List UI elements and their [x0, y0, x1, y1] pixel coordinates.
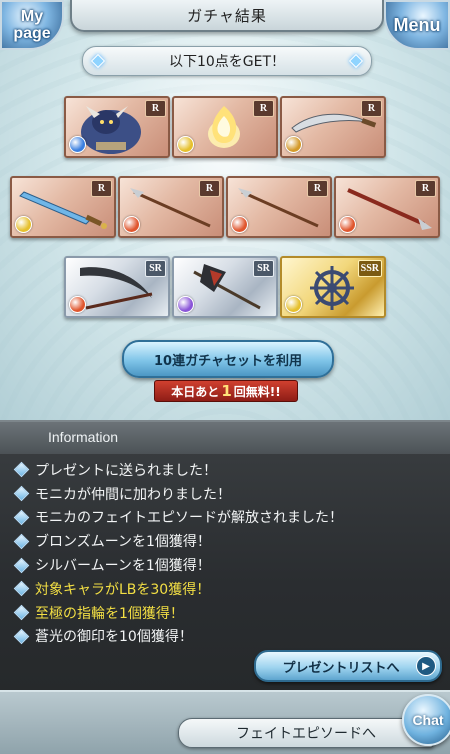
fire-element-icon [123, 216, 140, 233]
item-card-1[interactable]: R [64, 96, 170, 158]
diamond-bullet-icon [13, 509, 30, 526]
free-draw-badge: 本日あと 1 回無料!! [154, 380, 298, 402]
item-card-9[interactable]: SR [172, 256, 278, 318]
arrow-right-icon: ▶ [416, 656, 436, 676]
diamond-bullet-icon [13, 557, 30, 573]
mypage-button[interactable]: My page [0, 0, 64, 50]
rarity-badge: SR [145, 260, 166, 277]
item-card-4[interactable]: R [10, 176, 116, 238]
fate-episode-button[interactable]: フェイトエピソードへ [178, 718, 434, 748]
list-item: ブロンズムーンを1個獲得！ [13, 529, 343, 553]
page-title-bar: ガチャ結果 [70, 0, 384, 32]
item-card-2[interactable]: R [172, 96, 278, 158]
rarity-badge: R [361, 100, 382, 117]
rarity-badge: R [253, 100, 274, 117]
fate-episode-label: フェイトエピソードへ [236, 726, 376, 742]
fire-element-icon [69, 296, 86, 313]
gacha-result-area: ガチャ結果 My page Menu 以下10点をGET！ R R R R R … [0, 0, 450, 420]
chat-button[interactable]: Chat [402, 694, 450, 746]
fire-element-icon [231, 216, 248, 233]
item-card-3[interactable]: R [280, 96, 386, 158]
list-item: 対象キャラがLBを30獲得！ [13, 577, 343, 601]
gem-icon [348, 53, 364, 69]
fire-element-icon [339, 216, 356, 233]
free-prefix: 本日あと [171, 384, 220, 399]
ten-draw-set-label: 10連ガチャセットを利用 [154, 353, 302, 369]
item-card-7[interactable]: R [334, 176, 440, 238]
rarity-badge: R [91, 180, 112, 197]
diamond-bullet-icon [13, 485, 30, 502]
chat-label: Chat [412, 712, 444, 728]
rarity-badge: SR [253, 260, 274, 277]
diamond-bullet-icon [13, 581, 30, 597]
rarity-badge: R [145, 100, 166, 117]
ten-draw-set-button[interactable]: 10連ガチャセットを利用 [122, 340, 334, 378]
information-list: プレゼントに送られました！ モニカが仲間に加わりました！ モニカのフェイトエピソ… [13, 458, 343, 649]
page-title: ガチャ結果 [187, 6, 267, 25]
gem-icon [90, 53, 106, 69]
diamond-bullet-icon [13, 533, 30, 550]
light-element-icon [177, 136, 194, 153]
diamond-bullet-icon [13, 604, 30, 621]
present-list-button[interactable]: プレゼントリストへ ▶ [254, 650, 442, 682]
item-card-8[interactable]: SR [64, 256, 170, 318]
rarity-badge: R [307, 180, 328, 197]
item-card-10[interactable]: SSR [280, 256, 386, 318]
list-item: 至極の指輪を1個獲得！ [13, 601, 343, 625]
rarity-badge: R [415, 180, 436, 197]
water-element-icon [69, 136, 86, 153]
dark-element-icon [177, 296, 194, 313]
menu-label: Menu [393, 14, 441, 35]
list-item: モニカのフェイトエピソードが解放されました！ [13, 506, 343, 530]
rarity-badge: R [199, 180, 220, 197]
information-title: Information [48, 429, 119, 445]
information-header: Information [0, 422, 450, 454]
list-item: プレゼントに送られました！ [13, 458, 343, 482]
rarity-badge: SSR [357, 260, 382, 277]
present-list-label: プレゼントリストへ [282, 660, 400, 676]
earth-element-icon [285, 136, 302, 153]
light-element-icon [15, 216, 32, 233]
list-item: 蒼光の御印を10個獲得！ [13, 625, 343, 649]
diamond-bullet-icon [13, 628, 30, 645]
menu-button[interactable]: Menu [384, 0, 450, 50]
mypage-label: My page [13, 8, 51, 42]
free-count: 1 [221, 382, 232, 400]
item-card-6[interactable]: R [226, 176, 332, 238]
list-item: シルバームーンを1個獲得！ [13, 553, 343, 577]
result-banner: 以下10点をGET！ [82, 46, 372, 76]
free-suffix: 回無料!! [233, 384, 281, 399]
result-banner-text: 以下10点をGET！ [168, 54, 286, 70]
item-card-5[interactable]: R [118, 176, 224, 238]
light-element-icon [285, 296, 302, 313]
diamond-bullet-icon [13, 462, 30, 478]
list-item: モニカが仲間に加わりました！ [13, 482, 343, 506]
